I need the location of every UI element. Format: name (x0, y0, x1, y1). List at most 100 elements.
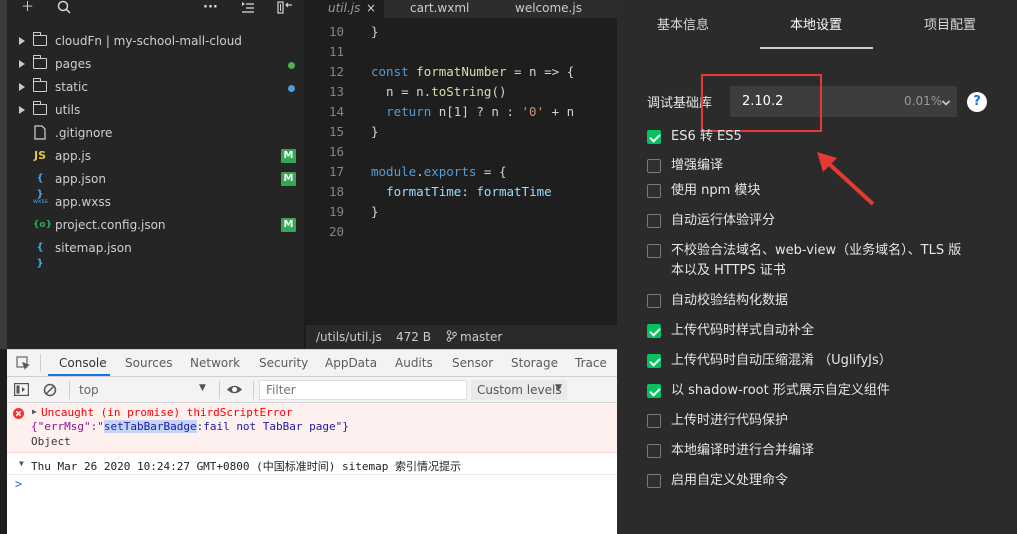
option-label: 自动校验结构化数据 (671, 293, 789, 308)
tab-appdata[interactable]: AppData (325, 356, 377, 370)
tab-network[interactable]: Network (190, 356, 240, 370)
console-prompt[interactable]: > (15, 477, 22, 491)
tree-item-label: utils (55, 103, 81, 117)
console-error-message[interactable]: ▶ Uncaught (in promise) thirdScriptError… (7, 403, 617, 453)
tree-folder-cloudfn[interactable]: cloudFn | my-school-mall-cloud (7, 30, 305, 53)
tab-basic-info[interactable]: 基本信息 (657, 14, 709, 33)
expand-arrow-icon[interactable] (19, 106, 25, 114)
expand-arrow-icon[interactable] (19, 60, 25, 68)
checkbox[interactable] (647, 444, 661, 458)
log-levels-select[interactable]: Custom levels ▼ (471, 380, 567, 400)
code-text: n = n.toString() (371, 84, 507, 99)
tab-trace[interactable]: Trace (575, 356, 607, 370)
line-number: 13 (328, 84, 344, 99)
add-icon[interactable]: ＋ (21, 0, 34, 17)
tab-storage[interactable]: Storage (511, 356, 558, 370)
search-icon[interactable] (57, 0, 71, 20)
tab-util-js[interactable]: util.js × (306, 0, 384, 18)
line-number: 18 (328, 184, 344, 199)
help-button[interactable]: ? (967, 92, 987, 112)
tree-file-app-json[interactable]: { } app.json M (7, 168, 305, 200)
help-icon: ? (973, 94, 981, 109)
code-editor: util.js × cart.wxml welcome.js 10} 11 12… (306, 0, 617, 349)
checkbox[interactable] (647, 294, 661, 308)
inspect-element-icon[interactable] (16, 356, 31, 374)
checkbox[interactable] (647, 244, 661, 258)
expand-arrow-icon[interactable]: ▶ (32, 407, 37, 416)
clear-console-icon[interactable] (43, 383, 57, 400)
line-number: 10 (328, 24, 344, 39)
tree-item-label: app.json (55, 172, 106, 186)
settings-tabs: 基本信息 本地设置 项目配置 (617, 0, 1017, 49)
tree-folder-pages[interactable]: pages (7, 53, 305, 76)
more-icon[interactable]: ··· (203, 0, 218, 17)
tab-cart-wxml[interactable]: cart.wxml (384, 0, 489, 18)
tab-project-config[interactable]: 项目配置 (924, 14, 976, 33)
code-text: module.exports = { (371, 164, 507, 179)
expand-arrow-icon[interactable] (19, 37, 25, 45)
tab-welcome-js[interactable]: welcome.js (489, 0, 599, 18)
tree-file-app-wxss[interactable]: wxss app.wxss (7, 191, 305, 214)
tab-audits[interactable]: Audits (395, 356, 433, 370)
error-line-3: Object (31, 435, 71, 448)
tab-console[interactable]: Console (59, 356, 107, 370)
code-line: 18 formatTime: formatTime (306, 182, 617, 202)
context-select[interactable]: top ▼ (73, 380, 213, 400)
console-output[interactable]: ▶ Uncaught (in promise) thirdScriptError… (7, 403, 617, 534)
code-area[interactable]: 10} 11 12 const formatNumber = n => { 13 … (306, 22, 617, 242)
close-icon[interactable]: × (366, 0, 376, 16)
file-explorer: ＋ ··· cloudFn | my-school-mall-cloud pag… (0, 0, 305, 349)
tree-file-gitignore[interactable]: .gitignore (7, 122, 305, 145)
git-branch-icon[interactable] (446, 330, 457, 345)
tab-security[interactable]: Security (259, 356, 308, 370)
tree-folder-static[interactable]: static (7, 76, 305, 99)
option-label: 不校验合法域名、web-view（业务域名）、TLS 版 (671, 243, 962, 258)
status-file-size: 472 B (396, 330, 431, 344)
option-label: 自动运行体验评分 (671, 213, 776, 228)
checkbox[interactable] (647, 414, 661, 428)
checkbox-checked[interactable] (647, 324, 661, 338)
tree-file-app-js[interactable]: JS app.js M (7, 145, 305, 168)
code-line: 12 const formatNumber = n => { (306, 62, 617, 82)
option-label: 上传时进行代码保护 (671, 413, 789, 428)
context-value: top (79, 383, 99, 397)
expand-arrow-icon[interactable]: ▼ (19, 459, 24, 468)
option-label: 增强编译 (671, 158, 724, 173)
divider (253, 381, 254, 399)
checkbox-checked[interactable] (647, 130, 661, 144)
split-editor-icon[interactable] (277, 1, 293, 21)
line-number: 14 (328, 104, 344, 119)
tab-sensor[interactable]: Sensor (452, 356, 493, 370)
console-log-message[interactable]: ▼ Thu Mar 26 2020 10:24:27 GMT+0800 (中国标… (7, 453, 617, 475)
tree-item-label: project.config.json (55, 218, 166, 232)
checkbox[interactable] (647, 159, 661, 173)
expand-arrow-icon[interactable] (19, 83, 25, 91)
checkbox-checked[interactable] (647, 384, 661, 398)
error-line-1: Uncaught (in promise) thirdScriptError (41, 406, 293, 419)
tab-sources[interactable]: Sources (125, 356, 172, 370)
log-text: Thu Mar 26 2020 10:24:27 GMT+0800 (中国标准时… (31, 460, 462, 473)
log-levels-label: Custom levels (477, 383, 562, 397)
error-prefix: {"errMsg":" (31, 420, 104, 433)
collapse-list-icon[interactable] (241, 1, 255, 21)
js-file-icon: JS (33, 149, 46, 162)
checkbox-checked[interactable] (647, 354, 661, 368)
status-branch[interactable]: master (460, 330, 502, 344)
checkbox[interactable] (647, 214, 661, 228)
error-line-2: {"errMsg":"setTabBarBadge:fail not TabBa… (31, 420, 349, 433)
tab-local-settings[interactable]: 本地设置 (790, 14, 842, 33)
error-suffix: :fail not TabBar page"} (196, 420, 349, 433)
eye-icon[interactable] (226, 383, 243, 399)
tree-item-label: static (55, 80, 88, 94)
config-file-icon: {o} (33, 220, 52, 230)
checkbox[interactable] (647, 474, 661, 488)
filter-input[interactable] (259, 380, 467, 400)
tree-folder-utils[interactable]: utils (7, 99, 305, 122)
folder-icon (32, 55, 47, 69)
tree-file-project-config[interactable]: {o} project.config.json M (7, 214, 305, 237)
sidebar-toggle-icon[interactable] (14, 383, 30, 399)
code-line: 19} (306, 202, 617, 222)
checkbox[interactable] (647, 184, 661, 198)
code-line: 13 n = n.toString() (306, 82, 617, 102)
tree-file-sitemap-json[interactable]: { } sitemap.json (7, 237, 305, 269)
